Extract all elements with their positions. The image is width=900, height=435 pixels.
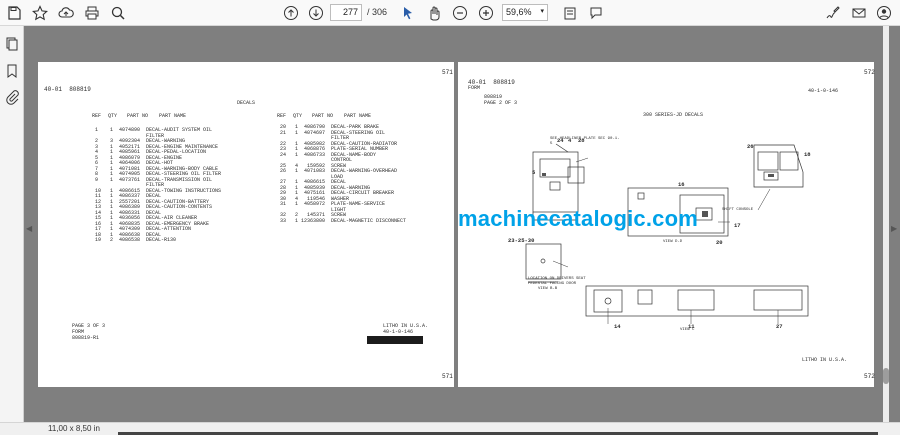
callout-number: 4 — [568, 137, 572, 144]
callout-number: 18 — [804, 151, 811, 158]
copy-pages-icon[interactable] — [4, 36, 20, 52]
print-icon[interactable] — [82, 3, 102, 23]
callout-number: 28 — [578, 137, 585, 144]
zoom-out-icon[interactable] — [450, 3, 470, 23]
parts-list-left: 1 1 4074890 DECAL-AUDIT SYSTEM OIL FILTE… — [95, 127, 221, 244]
pdf-viewer: 277 / 306 59,6% ▾ ◀ ▶ 571 40-01 808819 D… — [0, 0, 900, 435]
upload-icon[interactable] — [56, 3, 76, 23]
zoom-search-icon[interactable] — [108, 3, 128, 23]
page-title: DECALS — [237, 100, 256, 106]
mail-icon[interactable] — [849, 3, 869, 23]
collapse-right-arrow-icon[interactable]: ▶ — [891, 224, 897, 233]
callout-number: 27 — [776, 323, 783, 330]
footer-code: 808819-R1 — [72, 335, 100, 341]
page-up-icon[interactable] — [281, 3, 301, 23]
parts-list-row: 33 1 12363800 DECAL-MAGNETIC DISCONNECT — [280, 217, 407, 224]
page-size-label: 11,00 x 8,50 in — [48, 424, 100, 433]
bookmark-icon[interactable] — [4, 63, 20, 79]
page-number-bottom-right: 572 — [864, 373, 875, 380]
label-view-dd: VIEW D-D — [663, 240, 683, 244]
col-header-ref: REF — [92, 113, 102, 119]
litho-label-right: LITHO IN U.S.A. — [802, 357, 848, 363]
callout-number: 5 — [532, 169, 536, 176]
chevron-down-icon: ▾ — [540, 8, 544, 15]
bookmark-star-icon[interactable] — [30, 3, 50, 23]
hand-pan-icon[interactable] — [424, 3, 444, 23]
parts-list-right: 20 1 4086790 DECAL-PARK BRAKE 21 1 407469… — [280, 124, 407, 224]
callout-number: 17 — [734, 222, 741, 229]
col-header-qty: QTY — [108, 113, 118, 119]
label-shift-console: SHIFT CONSOLE — [722, 208, 754, 212]
col-header-name: PART NAME — [159, 113, 187, 119]
label-view-bb: VIEW B-B — [538, 287, 558, 291]
page-571: 571 40-01 808819 DECALS REF QTY PART NO … — [38, 62, 454, 387]
page-down-icon[interactable] — [306, 3, 326, 23]
col-header-qty-2: QTY — [293, 113, 303, 119]
section-code: 40-01 808819 — [44, 86, 91, 93]
callout-number: 26 — [747, 143, 754, 150]
sign-icon[interactable] — [823, 3, 843, 23]
col-header-ref-2: REF — [277, 113, 287, 119]
callout-number: 16 — [678, 181, 685, 188]
zoom-in-icon[interactable] — [476, 3, 496, 23]
col-header-name-2: PART NAME — [344, 113, 372, 119]
page-number-top: 571 — [442, 69, 453, 76]
callout-number: 14 — [614, 323, 621, 330]
collapse-left-arrow-icon[interactable]: ◀ — [26, 224, 32, 233]
stamp-block — [367, 336, 423, 344]
page-number-input[interactable]: 277 — [330, 4, 362, 21]
comment-icon[interactable] — [586, 3, 606, 23]
toolbar: 277 / 306 59,6% ▾ — [0, 0, 900, 26]
col-header-part-2: PART NO — [312, 113, 334, 119]
vertical-scrollbar[interactable] — [883, 26, 889, 422]
zoom-level-select[interactable]: 59,6% ▾ — [502, 4, 548, 21]
watermark-text: machinecatalogic.com — [458, 206, 698, 231]
account-icon[interactable] — [874, 3, 894, 23]
attachment-icon[interactable] — [4, 89, 20, 105]
callout-number: 11 — [688, 323, 695, 330]
page-total-label: / 306 — [367, 7, 388, 17]
callout-number: 24 — [557, 137, 564, 144]
save-icon[interactable] — [4, 3, 24, 23]
fit-page-icon[interactable] — [560, 3, 580, 23]
callout-number: 23-25-30 — [508, 237, 535, 244]
scroll-thumb[interactable] — [883, 368, 889, 384]
select-cursor-icon[interactable] — [398, 3, 418, 23]
label-location: LOCATION ON DRIVERS SEAT PEDESTAL FACING… — [528, 277, 586, 286]
col-header-part: PART NO — [127, 113, 149, 119]
page-number-bottom: 571 — [442, 373, 453, 380]
callout-number: 20 — [716, 239, 723, 246]
left-sidebar — [0, 26, 24, 422]
parts-list-row: 19 2 4086538 DECAL-R130 — [95, 237, 177, 243]
zoom-level-value: 59,6% — [506, 7, 532, 17]
litho-code: 40-1-0-146 — [383, 329, 414, 335]
